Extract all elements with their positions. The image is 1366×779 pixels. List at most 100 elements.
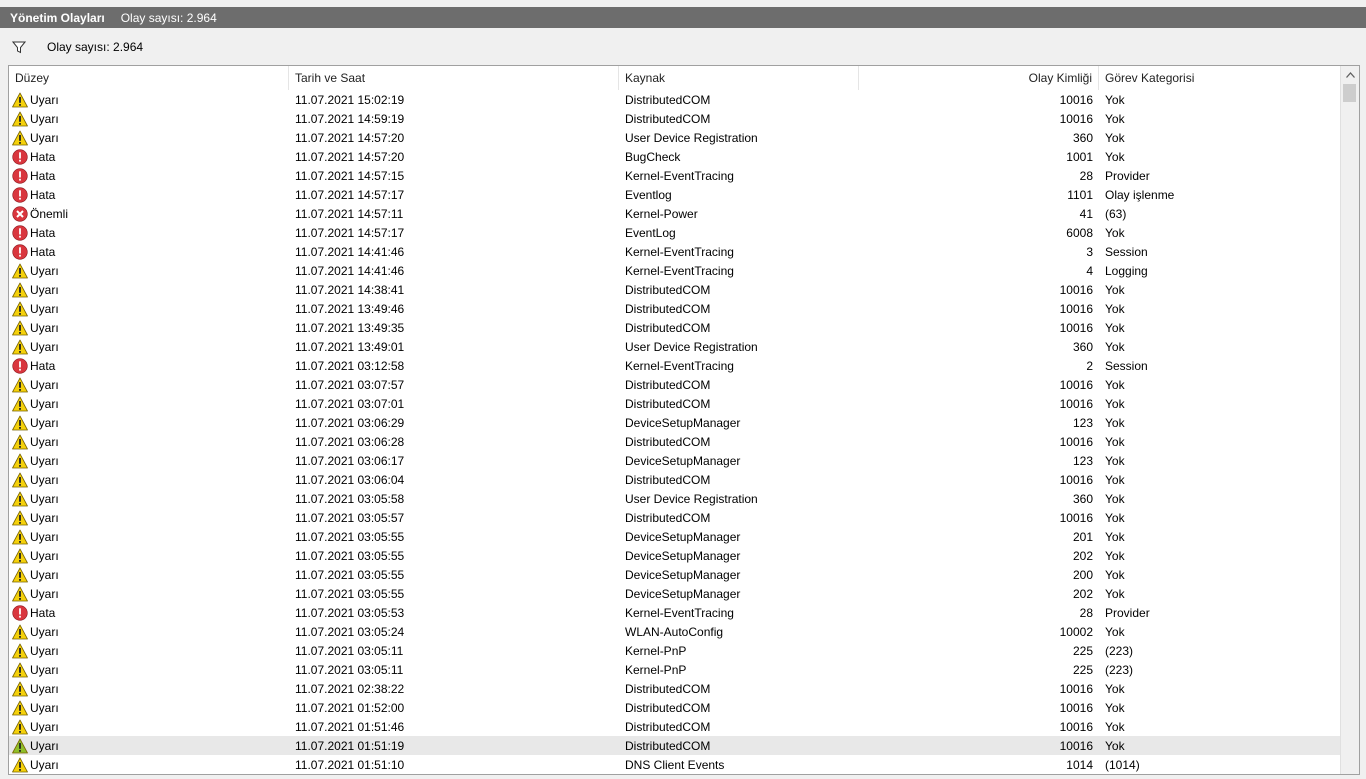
level-cell: Uyarı — [9, 586, 289, 602]
task-category-cell: Yok — [1105, 453, 1125, 468]
warning-icon — [12, 111, 28, 126]
table-row[interactable]: Uyarı 11.07.2021 03:05:57 DistributedCOM 10… — [9, 508, 1341, 527]
table-row[interactable]: Uyarı 11.07.2021 03:07:57 DistributedCOM 10… — [9, 375, 1341, 394]
level-cell: Uyarı — [9, 92, 289, 108]
table-row[interactable]: Uyarı 11.07.2021 13:49:46 DistributedCOM 10… — [9, 299, 1341, 318]
column-header-event-id[interactable]: Olay Kimliği — [859, 66, 1099, 90]
level-cell: Uyarı — [9, 548, 289, 564]
column-header-task-category[interactable]: Görev Kategorisi — [1099, 66, 1341, 90]
source-cell: Kernel-EventTracing — [625, 605, 734, 620]
table-row[interactable]: Uyarı 11.07.2021 03:07:01 DistributedCOM 10… — [9, 394, 1341, 413]
table-row[interactable]: Uyarı 11.07.2021 03:05:55 DeviceSetupManag… — [9, 584, 1341, 603]
task-category-cell: Yok — [1105, 681, 1125, 696]
warning-icon — [12, 548, 28, 563]
source-cell: DeviceSetupManager — [625, 529, 741, 544]
event-id-cell: 360 — [1072, 130, 1093, 145]
level-text: Hata — [30, 168, 56, 183]
event-id-cell: 10016 — [1059, 377, 1093, 392]
table-row[interactable]: Hata 11.07.2021 14:57:17 EventLog 6008 Yok — [9, 223, 1341, 242]
event-id-cell: 360 — [1072, 491, 1093, 506]
table-row[interactable]: Uyarı 11.07.2021 13:49:35 DistributedCOM 10… — [9, 318, 1341, 337]
column-header-source[interactable]: Kaynak — [619, 66, 859, 90]
table-row[interactable]: Uyarı 11.07.2021 03:05:11 Kernel-PnP 225 (22… — [9, 660, 1341, 679]
date-cell: 11.07.2021 14:57:17 — [295, 187, 405, 202]
vertical-scrollbar[interactable] — [1340, 66, 1359, 774]
table-row[interactable]: Uyarı 11.07.2021 03:05:55 DeviceSetupManag… — [9, 546, 1341, 565]
table-row[interactable]: Uyarı 11.07.2021 03:05:58 User Device Regi… — [9, 489, 1341, 508]
date-cell: 11.07.2021 03:05:11 — [295, 643, 404, 658]
date-cell: 11.07.2021 03:05:55 — [295, 586, 405, 601]
table-row[interactable]: Önemli 11.07.2021 14:57:11 Kernel-Power 41 (… — [9, 204, 1341, 223]
date-cell: 11.07.2021 14:41:46 — [295, 244, 405, 259]
source-cell: User Device Registration — [625, 339, 758, 354]
warning-icon — [12, 567, 28, 582]
source-cell: DeviceSetupManager — [625, 548, 741, 563]
error-icon — [12, 604, 28, 621]
table-row[interactable]: Hata 11.07.2021 03:05:53 Kernel-EventTraci… — [9, 603, 1341, 622]
table-row[interactable]: Uyarı 11.07.2021 03:06:29 DeviceSetupManag… — [9, 413, 1341, 432]
warning-icon — [12, 738, 28, 753]
warning-icon — [12, 339, 28, 354]
date-cell: 11.07.2021 13:49:46 — [295, 301, 405, 316]
table-row[interactable]: Uyarı 11.07.2021 03:06:28 DistributedCOM 10… — [9, 432, 1341, 451]
event-id-cell: 10016 — [1059, 301, 1093, 316]
level-cell: Uyarı — [9, 415, 289, 431]
table-body: Uyarı 11.07.2021 15:02:19 DistributedCOM 10… — [9, 90, 1341, 774]
table-row[interactable]: Uyarı 11.07.2021 14:57:20 User Device Regi… — [9, 128, 1341, 147]
event-id-cell: 3 — [1086, 244, 1093, 259]
event-id-cell: 1014 — [1066, 757, 1093, 772]
table-row[interactable]: Hata 11.07.2021 03:12:58 Kernel-EventTraci… — [9, 356, 1341, 375]
table-row[interactable]: Hata 11.07.2021 14:57:17 Eventlog 1101 Olay … — [9, 185, 1341, 204]
level-text: Uyarı — [30, 434, 59, 449]
scroll-up-arrow-icon[interactable] — [1341, 66, 1359, 83]
source-cell: DeviceSetupManager — [625, 586, 741, 601]
date-cell: 11.07.2021 03:07:01 — [295, 396, 405, 411]
level-cell: Hata — [9, 148, 289, 165]
level-cell: Uyarı — [9, 301, 289, 317]
table-row[interactable]: Hata 11.07.2021 14:57:20 BugCheck 1001 Yok — [9, 147, 1341, 166]
warning-icon — [12, 92, 28, 107]
table-row[interactable]: Uyarı 11.07.2021 02:38:22 DistributedCOM 10… — [9, 679, 1341, 698]
level-cell: Hata — [9, 186, 289, 203]
filter-icon[interactable] — [12, 40, 26, 54]
table-row[interactable]: Uyarı 11.07.2021 14:59:19 DistributedCOM 10… — [9, 109, 1341, 128]
event-id-cell: 6008 — [1066, 225, 1093, 240]
level-text: Uyarı — [30, 548, 59, 563]
source-cell: User Device Registration — [625, 130, 758, 145]
warning-icon — [12, 586, 28, 601]
table-row[interactable]: Uyarı 11.07.2021 03:05:24 WLAN-AutoConfig 1… — [9, 622, 1341, 641]
task-category-cell: Yok — [1105, 377, 1125, 392]
level-text: Uyarı — [30, 719, 59, 734]
table-row[interactable]: Uyarı 11.07.2021 01:51:46 DistributedCOM 10… — [9, 717, 1341, 736]
critical-icon — [12, 205, 28, 222]
event-id-cell: 2 — [1086, 358, 1093, 373]
column-header-level[interactable]: Düzey — [9, 66, 289, 90]
table-row[interactable]: Uyarı 11.07.2021 13:49:01 User Device Regi… — [9, 337, 1341, 356]
scroll-thumb[interactable] — [1343, 84, 1356, 102]
table-row[interactable]: Uyarı 11.07.2021 01:52:00 DistributedCOM 10… — [9, 698, 1341, 717]
table-row[interactable]: Uyarı 11.07.2021 01:51:10 DNS Client Event… — [9, 755, 1341, 774]
warning-icon — [12, 700, 28, 715]
event-id-cell: 10016 — [1059, 681, 1093, 696]
level-text: Uyarı — [30, 263, 59, 278]
table-row[interactable]: Uyarı 11.07.2021 14:41:46 Kernel-EventTrac… — [9, 261, 1341, 280]
table-row[interactable]: Hata 11.07.2021 14:57:15 Kernel-EventTraci… — [9, 166, 1341, 185]
column-header-date[interactable]: Tarih ve Saat — [289, 66, 619, 90]
warning-icon — [12, 529, 28, 544]
source-cell: DistributedCOM — [625, 510, 711, 525]
table-row[interactable]: Uyarı 11.07.2021 15:02:19 DistributedCOM 10… — [9, 90, 1341, 109]
table-row[interactable]: Uyarı 11.07.2021 01:51:19 DistributedCOM 10… — [9, 736, 1341, 755]
table-row[interactable]: Uyarı 11.07.2021 03:06:17 DeviceSetupManag… — [9, 451, 1341, 470]
table-row[interactable]: Uyarı 11.07.2021 03:06:04 DistributedCOM 10… — [9, 470, 1341, 489]
event-id-cell: 123 — [1072, 415, 1093, 430]
level-text: Uyarı — [30, 624, 59, 639]
task-category-cell: Yok — [1105, 339, 1125, 354]
table-row[interactable]: Uyarı 11.07.2021 03:05:55 DeviceSetupManag… — [9, 565, 1341, 584]
date-cell: 11.07.2021 15:02:19 — [295, 92, 405, 107]
table-row[interactable]: Uyarı 11.07.2021 03:05:11 Kernel-PnP 225 (22… — [9, 641, 1341, 660]
source-cell: DistributedCOM — [625, 282, 711, 297]
source-cell: DistributedCOM — [625, 396, 711, 411]
table-row[interactable]: Hata 11.07.2021 14:41:46 Kernel-EventTraci… — [9, 242, 1341, 261]
table-row[interactable]: Uyarı 11.07.2021 14:38:41 DistributedCOM 10… — [9, 280, 1341, 299]
table-row[interactable]: Uyarı 11.07.2021 03:05:55 DeviceSetupManag… — [9, 527, 1341, 546]
